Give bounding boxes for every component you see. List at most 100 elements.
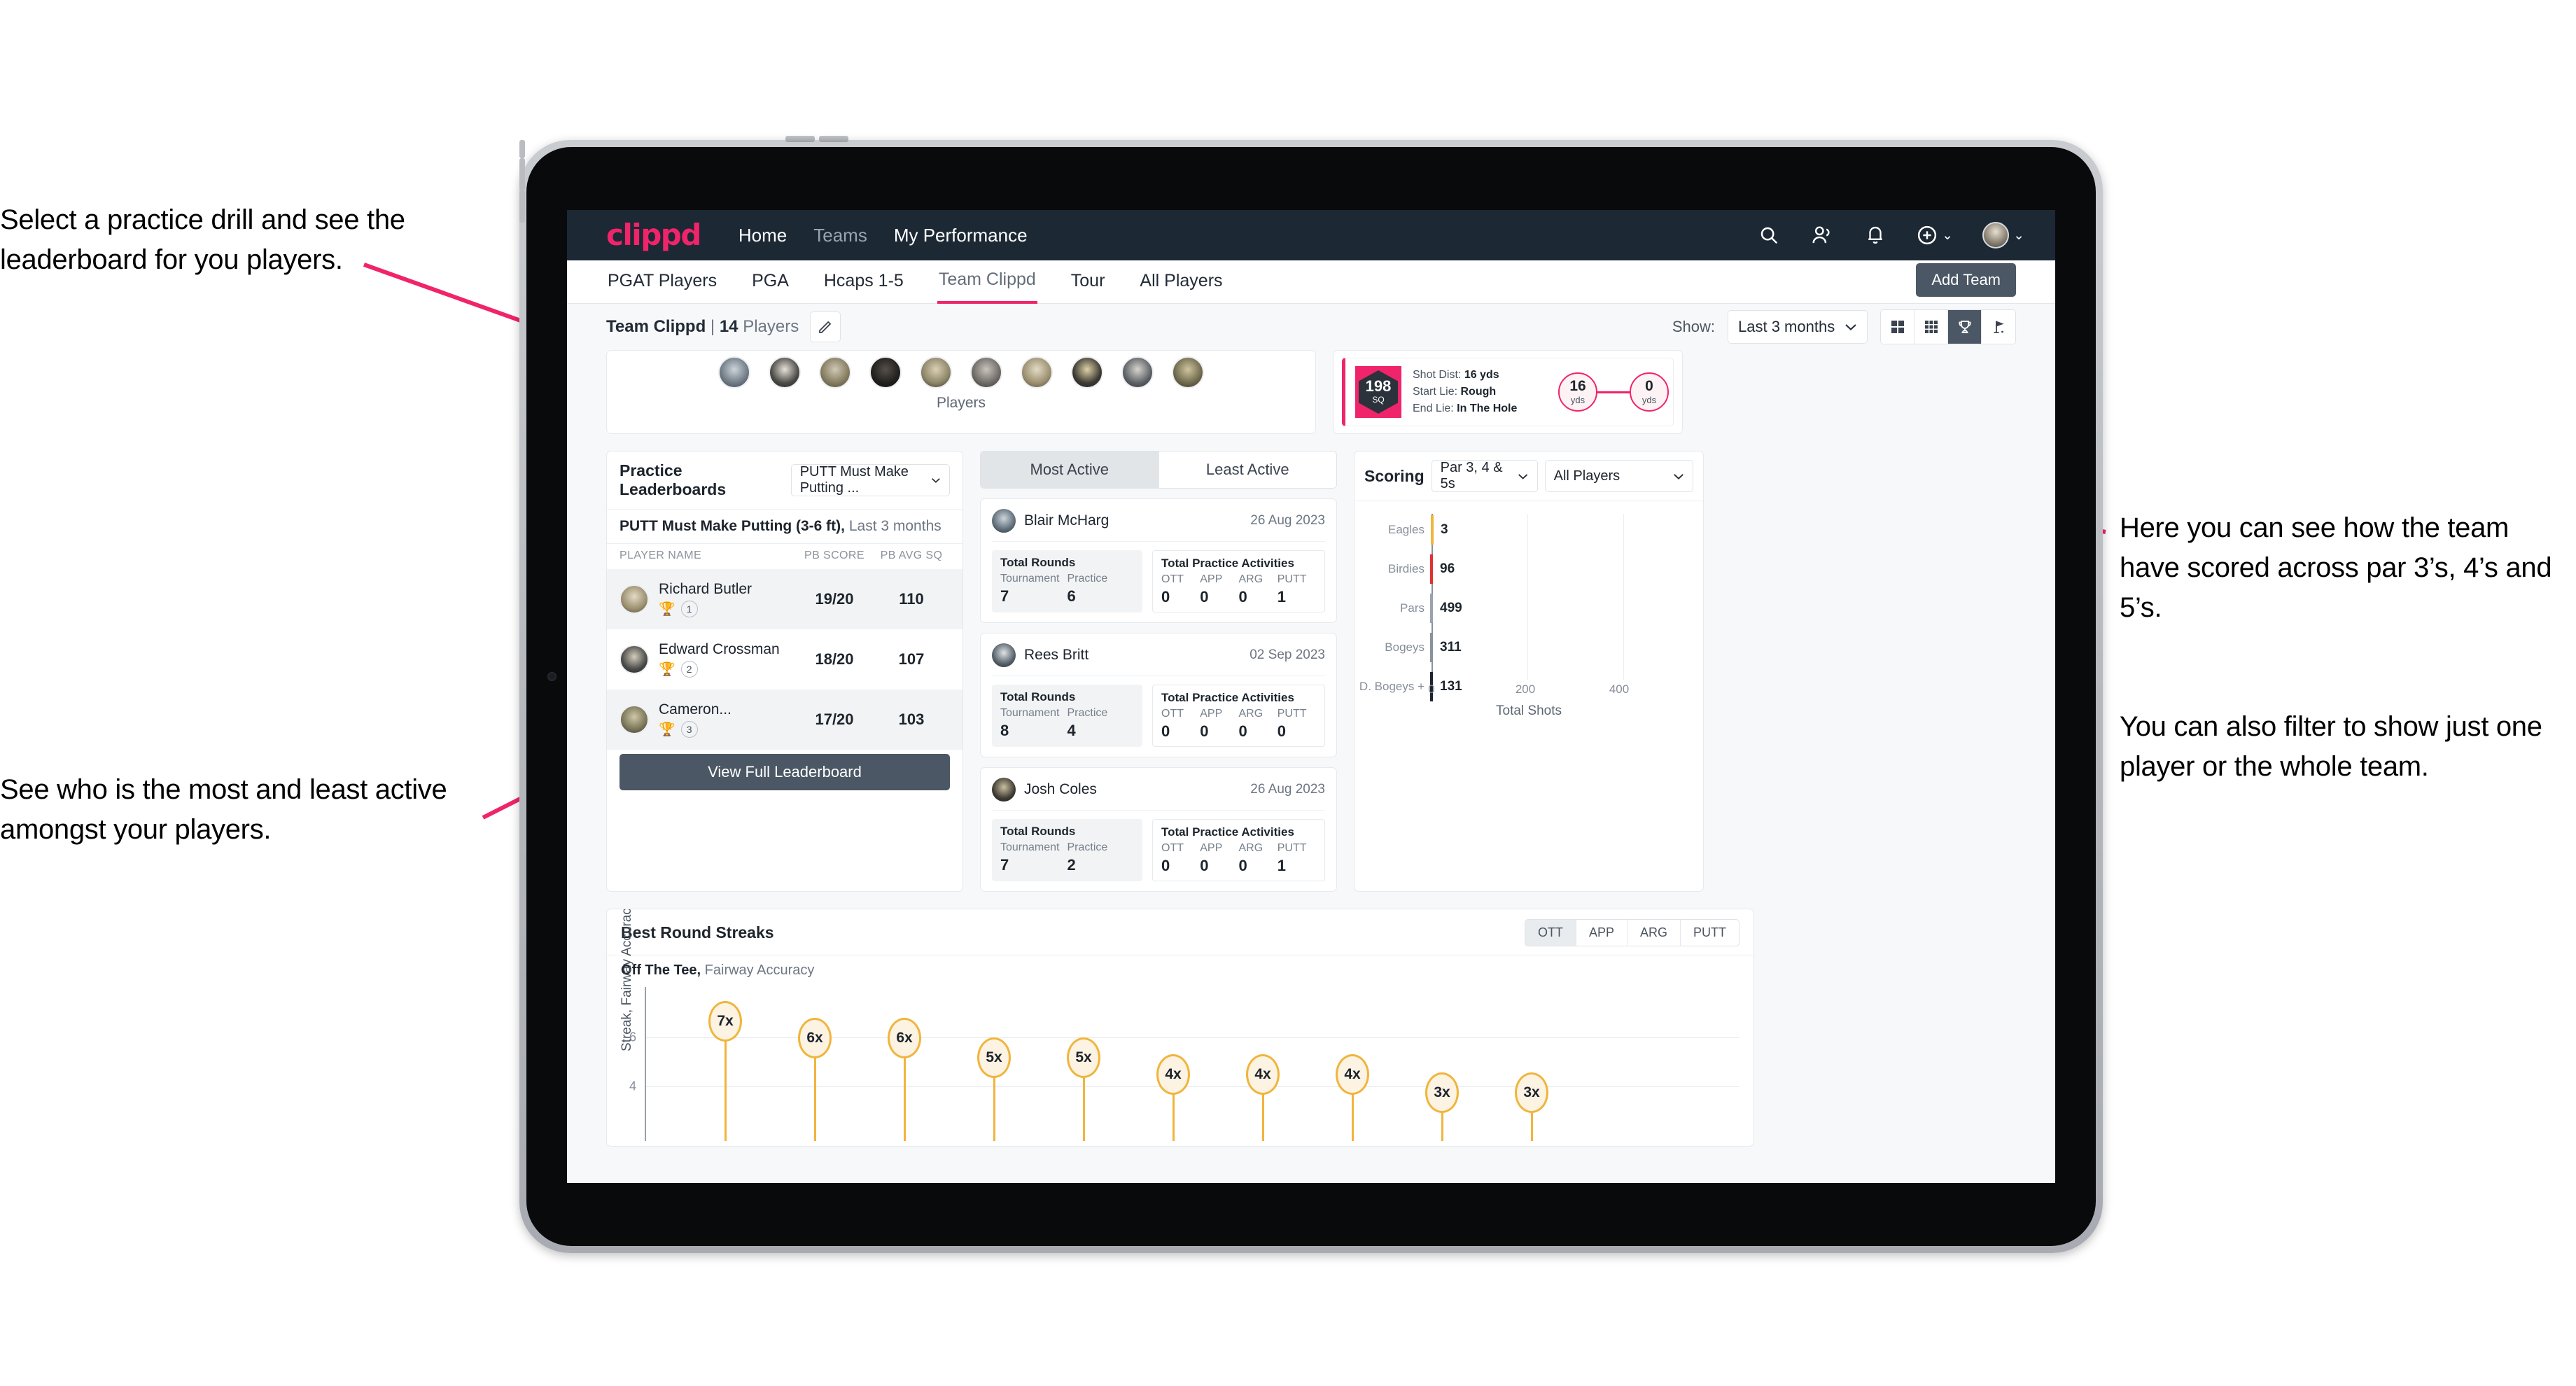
ott-stat: OTT 0: [1161, 708, 1184, 740]
toggle-app[interactable]: APP: [1576, 920, 1628, 946]
streak-bubble[interactable]: 4x: [1246, 1054, 1280, 1095]
toggle-arg[interactable]: ARG: [1628, 920, 1681, 946]
view-full-leaderboard-button[interactable]: View Full Leaderboard: [620, 754, 950, 790]
top-row: Players 198 SQ Shot Dist: 16 yds Start L…: [606, 350, 2016, 434]
tab-pgat-players[interactable]: PGAT Players: [606, 261, 718, 302]
view-grid-3x3-button[interactable]: [1914, 310, 1948, 344]
activity-player-card[interactable]: Blair McHarg 26 Aug 2023 Total Rounds To…: [980, 498, 1337, 623]
player-filter-select[interactable]: All Players: [1544, 460, 1693, 492]
player-avatar[interactable]: [769, 356, 801, 388]
tournament-rounds: Tournament 8: [1000, 707, 1060, 739]
category-label-pars: Pars: [1400, 601, 1424, 615]
player-avatar[interactable]: [1121, 356, 1154, 388]
player-avatar[interactable]: [869, 356, 902, 388]
add-team-button[interactable]: Add Team: [1916, 263, 2016, 297]
bar-birdies: Birdies 96: [1388, 554, 1455, 584]
bar-double-bogeys: D. Bogeys + 131: [1359, 672, 1462, 701]
table-row[interactable]: Edward Crossman 🏆 2 18/20 107: [607, 629, 962, 690]
player-avatar[interactable]: [1021, 356, 1053, 388]
bell-icon[interactable]: [1863, 223, 1887, 247]
player-badges: 🏆 2: [659, 661, 796, 678]
chevron-down-icon: ⌄: [2013, 227, 2024, 243]
streaks-plot-area: 6 4 7x 6x 6x 5x 5x 4x 4x 4x 3x 3x: [629, 987, 1740, 1141]
activity-player-card[interactable]: Rees Britt 02 Sep 2023 Total Rounds Tour…: [980, 633, 1337, 757]
last-activity-date: 26 Aug 2023: [1250, 513, 1325, 528]
volume-up-button[interactable]: [785, 136, 815, 142]
tab-least-active[interactable]: Least Active: [1158, 451, 1337, 488]
shot-dist-line: Shot Dist: 16 yds: [1413, 369, 1499, 381]
table-row[interactable]: Cameron... 🏆 3 17/20 103: [607, 690, 962, 750]
practice-leaderboards-card: Practice Leaderboards PUTT Must Make Put…: [606, 451, 963, 892]
streak-bubble[interactable]: 5x: [977, 1037, 1011, 1078]
streaks-chart: Streak, Fairway Accuracy 6 4 7x 6x 6x 5x: [620, 909, 1740, 1141]
gridline-4: 4: [629, 1079, 1740, 1093]
activity-player-card[interactable]: Josh Coles 26 Aug 2023 Total Rounds Tour…: [980, 767, 1337, 892]
activity-card-body: Total Rounds Tournament 7 Practice 2 Tot…: [992, 819, 1325, 881]
tab-team-clippd[interactable]: Team Clippd: [937, 260, 1037, 304]
player-avatar[interactable]: [1172, 356, 1204, 388]
toggle-ott[interactable]: OTT: [1525, 920, 1576, 946]
plus-circle-icon[interactable]: ⌄: [1917, 223, 1953, 247]
side-indicator: [519, 140, 525, 158]
distance-connector-line: [1597, 391, 1630, 393]
last-activity-date: 02 Sep 2023: [1250, 648, 1325, 662]
people-icon[interactable]: [1810, 223, 1834, 247]
volume-down-button[interactable]: [819, 136, 848, 142]
chevron-down-icon: [932, 478, 941, 483]
tab-all-players[interactable]: All Players: [1138, 261, 1224, 302]
side-button-b[interactable]: [519, 190, 525, 223]
streak-bubble[interactable]: 4x: [1156, 1054, 1190, 1095]
leaderboard-player: Cameron... 🏆 3: [659, 701, 796, 738]
search-icon[interactable]: [1757, 223, 1781, 247]
view-trophy-button[interactable]: [1948, 310, 1982, 344]
streak-bubble[interactable]: 3x: [1515, 1072, 1548, 1113]
player-avatar[interactable]: [970, 356, 1002, 388]
view-golf-flag-button[interactable]: [1982, 310, 2015, 344]
streaks-header: Best Round Streaks OTT APP ARG PUTT: [607, 909, 1754, 955]
streak-bubble[interactable]: 6x: [798, 1018, 832, 1058]
nav-link-my-performance[interactable]: My Performance: [894, 225, 1028, 246]
start-distance-value: 16: [1569, 378, 1586, 394]
leaderboard-player: Richard Butler 🏆 1: [659, 581, 796, 617]
subheader-controls: Show: Last 3 months: [1672, 309, 2016, 344]
gridline-400: [1623, 514, 1624, 680]
toggle-putt[interactable]: PUTT: [1681, 920, 1739, 946]
player-avatar[interactable]: [1071, 356, 1103, 388]
streak-bubble[interactable]: 5x: [1067, 1037, 1100, 1078]
clippd-logo[interactable]: clippd: [606, 220, 701, 250]
nav-link-teams[interactable]: Teams: [813, 225, 867, 246]
player-avatar[interactable]: [920, 356, 952, 388]
drill-select[interactable]: PUTT Must Make Putting ...: [790, 464, 950, 496]
practice-rounds: Practice 2: [1067, 841, 1108, 874]
player-avatar[interactable]: [819, 356, 851, 388]
bar-cap: [1431, 515, 1434, 545]
activity-card-body: Total Rounds Tournament 7 Practice 6 Tot…: [992, 550, 1325, 612]
player-avatar[interactable]: [718, 356, 750, 388]
trophy-icon: 🏆: [659, 602, 676, 617]
shot-quality-value: 198: [1365, 377, 1392, 395]
streak-bubble[interactable]: 3x: [1425, 1072, 1459, 1113]
app-viewport: clippd Home Teams My Performance ⌄ ⌄ PGA…: [567, 210, 2055, 1183]
x-tick-400: 400: [1609, 682, 1630, 696]
date-range-select[interactable]: Last 3 months: [1728, 310, 1868, 344]
drill-name: PUTT Must Make Putting (3-6 ft),: [620, 518, 845, 534]
player-name: Edward Crossman: [659, 641, 780, 657]
tab-hcaps-1-5[interactable]: Hcaps 1-5: [822, 261, 905, 302]
edit-team-button[interactable]: [810, 312, 841, 342]
streak-bubble[interactable]: 6x: [888, 1018, 921, 1058]
streak-bubble[interactable]: 7x: [708, 1001, 742, 1042]
lollipop-stem: [1531, 1109, 1533, 1141]
lollipop-stem: [724, 1037, 727, 1141]
tab-tour[interactable]: Tour: [1070, 261, 1107, 302]
avatar[interactable]: ⌄: [1982, 222, 2024, 248]
side-button-a[interactable]: [519, 158, 525, 190]
tab-most-active[interactable]: Most Active: [981, 451, 1158, 488]
streak-bubble[interactable]: 4x: [1336, 1054, 1369, 1095]
rounds-columns: Tournament 7 Practice 2: [1000, 841, 1134, 874]
end-distance-circle: 0 yds: [1630, 372, 1669, 412]
view-grid-2x2-button[interactable]: [1881, 310, 1914, 344]
table-row[interactable]: Richard Butler 🏆 1 19/20 110: [607, 569, 962, 629]
par-filter-select[interactable]: Par 3, 4 & 5s: [1431, 460, 1538, 492]
nav-link-home[interactable]: Home: [738, 225, 787, 246]
tab-pga[interactable]: PGA: [750, 261, 790, 302]
